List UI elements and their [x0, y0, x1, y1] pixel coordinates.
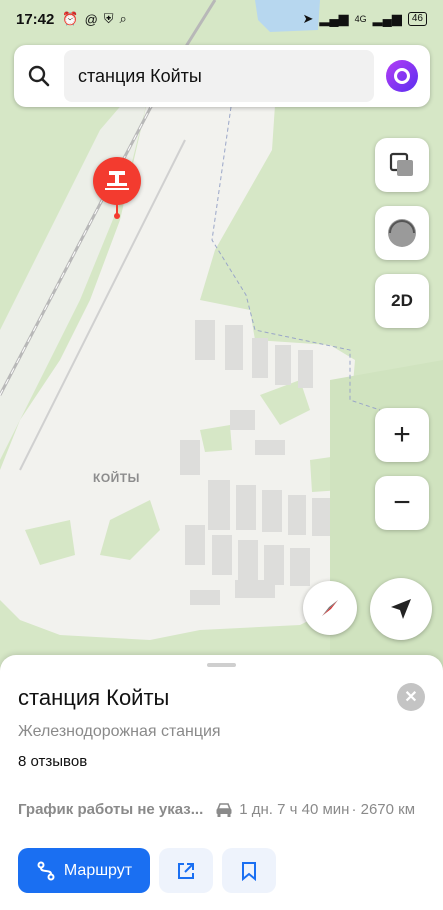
network-type: 4G: [354, 14, 367, 24]
search-bar[interactable]: станция Койты: [14, 45, 430, 107]
info-row: График работы не указ... 1 дн. 7 ч 40 ми…: [18, 801, 428, 818]
compass-icon: [322, 600, 338, 616]
alarm-icon: ⏰: [62, 11, 79, 26]
share-icon: [178, 862, 194, 879]
zoom-in-button[interactable]: +: [375, 408, 429, 462]
station-marker[interactable]: [93, 157, 141, 205]
place-category: Железнодорожная станция: [18, 723, 221, 740]
place-title: станция Койты: [18, 685, 170, 710]
place-card: станция Койты ✕ Железнодорожная станция …: [0, 655, 443, 910]
my-location-button[interactable]: [370, 578, 432, 640]
compass-button[interactable]: [303, 581, 357, 635]
signal-icon: ▂▄▆: [319, 11, 349, 26]
car-icon: [215, 802, 233, 818]
signal-icon-2: ▂▄▆: [372, 11, 402, 26]
search-small-icon: ⌕: [119, 11, 127, 26]
distance: · 2670 км: [351, 801, 416, 818]
travel-time: 1 дн. 7 ч 40 мин: [239, 801, 350, 818]
route-label: Маршрут: [63, 861, 133, 879]
shield-icon: ⛨: [103, 11, 114, 26]
reviews-link[interactable]: 8 отзывов: [18, 753, 87, 770]
battery-icon: 46: [407, 12, 427, 26]
view-mode-2d-button[interactable]: 2D: [375, 274, 429, 328]
marker-point: [114, 213, 120, 219]
search-icon[interactable]: [14, 45, 64, 107]
bookmark-icon: [242, 861, 256, 881]
status-notification-icons: ⏰ @ ⛨ ⌕: [62, 11, 126, 27]
settlement-label: КОЙТЫ: [93, 471, 140, 485]
traffic-icon: [388, 219, 416, 247]
status-time: 17:42: [16, 10, 55, 28]
voice-assistant-button[interactable]: [374, 45, 430, 107]
route-button[interactable]: Маршрут: [18, 848, 150, 893]
layers-icon: [389, 152, 413, 176]
status-system-icons: ➤ ▂▄▆ 4G ▂▄▆ 46: [303, 11, 427, 27]
traffic-button[interactable]: [375, 206, 429, 260]
zoom-out-button[interactable]: −: [375, 476, 429, 530]
status-bar: 17:42 ⏰ @ ⛨ ⌕ ➤ ▂▄▆ 4G ▂▄▆ 46: [0, 0, 443, 38]
working-hours[interactable]: График работы не указ...: [18, 801, 203, 818]
search-input[interactable]: станция Койты: [64, 50, 374, 102]
layers-button[interactable]: [375, 138, 429, 192]
bookmark-button[interactable]: [222, 848, 276, 893]
close-icon[interactable]: ✕: [397, 683, 425, 711]
route-icon: [37, 861, 55, 880]
share-button[interactable]: [159, 848, 213, 893]
location-arrow-icon: ➤: [302, 11, 314, 26]
at-sign-icon: @: [84, 11, 98, 27]
train-icon: [105, 171, 129, 190]
voice-assistant-icon: [386, 60, 418, 92]
sheet-grabber[interactable]: [207, 663, 236, 667]
navigation-arrow-icon: [391, 599, 411, 619]
